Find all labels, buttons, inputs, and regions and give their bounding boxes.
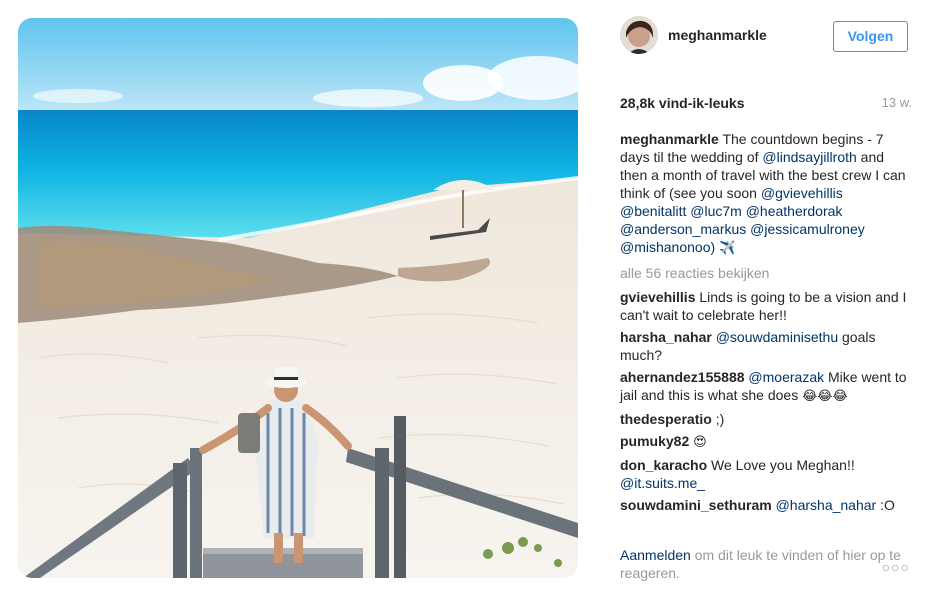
- comment-item: souwdamini_sethuram @harsha_nahar :O: [620, 496, 908, 514]
- comment-mention[interactable]: @souwdaminisethu: [716, 329, 838, 345]
- post-time[interactable]: 13 w.: [882, 95, 912, 110]
- heart-eyes-emoji-icon: 😍: [693, 435, 707, 450]
- comment-username[interactable]: harsha_nahar: [620, 329, 712, 345]
- comment-username[interactable]: gvievehillis: [620, 289, 695, 305]
- caption-mention[interactable]: @mishanonoo): [620, 239, 715, 255]
- laughing-emoji-icon: 😂😂😂: [802, 389, 848, 404]
- comment-mention[interactable]: @it.suits.me_: [620, 475, 705, 491]
- caption: meghanmarkle The countdown begins - 7 da…: [620, 130, 908, 258]
- comment-mention[interactable]: @moerazak: [748, 369, 824, 385]
- caption-mention[interactable]: @anderson_markus: [620, 221, 746, 237]
- caption-mention[interactable]: @heatherdorak: [746, 203, 843, 219]
- username-link[interactable]: meghanmarkle: [668, 27, 767, 43]
- airplane-emoji-icon: ✈️: [719, 241, 736, 256]
- caption-mention[interactable]: @lindsayjillroth: [762, 149, 856, 165]
- login-link[interactable]: Aanmelden: [620, 547, 691, 563]
- post-header: meghanmarkle Volgen: [620, 16, 912, 60]
- view-all-comments-link[interactable]: alle 56 reacties bekijken: [620, 264, 908, 282]
- comment-username[interactable]: don_karacho: [620, 457, 707, 473]
- avatar[interactable]: [620, 16, 658, 54]
- comment-item: harsha_nahar @souwdaminisethu goals much…: [620, 328, 908, 364]
- comment-list: meghanmarkle The countdown begins - 7 da…: [620, 130, 908, 518]
- comment-item: gvievehillis Linds is going to be a visi…: [620, 288, 908, 324]
- follow-button[interactable]: Volgen: [833, 21, 908, 52]
- likes-count[interactable]: 28,8k vind-ik-leuks: [620, 95, 745, 111]
- post-stats: 28,8k vind-ik-leuks 13 w.: [620, 95, 912, 115]
- caption-username[interactable]: meghanmarkle: [620, 131, 719, 147]
- comment-username[interactable]: ahernandez155888: [620, 369, 745, 385]
- comment-item: ahernandez155888 @moerazak Mike went to …: [620, 368, 908, 406]
- comment-text: ;): [715, 411, 725, 427]
- caption-mention[interactable]: @benitalitt: [620, 203, 686, 219]
- comment-text: We Love you Meghan!!: [711, 457, 855, 473]
- post-photo[interactable]: [18, 18, 578, 578]
- comment-username[interactable]: thedesperatio: [620, 411, 712, 427]
- comment-username[interactable]: souwdamini_sethuram: [620, 497, 772, 513]
- caption-mention[interactable]: @gvievehillis: [761, 185, 843, 201]
- post-side-panel: meghanmarkle Volgen 28,8k vind-ik-leuks …: [620, 0, 912, 593]
- caption-mention[interactable]: @luc7m: [690, 203, 742, 219]
- beach-photo-image: [18, 18, 578, 578]
- comment-item: pumuky82 😍: [620, 432, 908, 452]
- comment-mention[interactable]: @harsha_nahar: [776, 497, 877, 513]
- login-prompt: Aanmelden om dit leuk te vinden of hier …: [620, 546, 912, 586]
- caption-mention[interactable]: @jessicamulroney: [750, 221, 865, 237]
- more-options-icon[interactable]: ○○○: [882, 558, 910, 576]
- comment-username[interactable]: pumuky82: [620, 433, 689, 449]
- comment-item: don_karacho We Love you Meghan!! @it.sui…: [620, 456, 908, 492]
- comment-item: thedesperatio ;): [620, 410, 908, 428]
- avatar-image: [620, 16, 658, 54]
- comment-text: :O: [880, 497, 895, 513]
